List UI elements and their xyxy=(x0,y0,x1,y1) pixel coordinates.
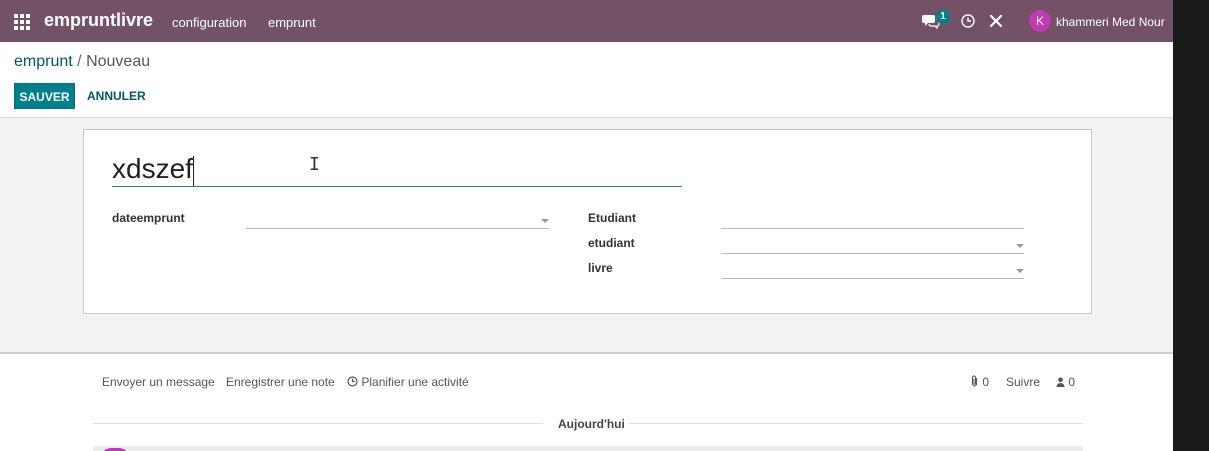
name-input-value: xdszef xyxy=(112,153,193,184)
followers-button[interactable]: 0 xyxy=(1056,375,1075,389)
user-name[interactable]: khammeri Med Nour xyxy=(1056,15,1165,29)
field-label-dateemprunt: dateemprunt xyxy=(112,211,185,225)
save-button[interactable]: SAUVER xyxy=(14,83,75,109)
clock-icon[interactable] xyxy=(961,14,975,33)
follow-button[interactable]: Suivre xyxy=(1006,375,1040,389)
breadcrumb: emprunt / Nouveau xyxy=(14,53,150,71)
message-row-partial xyxy=(93,446,1083,451)
dateemprunt-field[interactable] xyxy=(246,214,549,229)
text-cursor xyxy=(192,155,194,186)
form-sheet: xdszef I dateemprunt Etudiant etudiant l… xyxy=(83,129,1092,314)
attachments-count: 0 xyxy=(982,375,990,389)
name-input[interactable]: xdszef xyxy=(112,152,682,187)
menu-emprunt[interactable]: emprunt xyxy=(268,15,316,30)
livre-field[interactable] xyxy=(721,264,1024,279)
breadcrumb-current: Nouveau xyxy=(86,53,151,70)
divider-left xyxy=(93,423,543,424)
schedule-activity-button[interactable]: Planifier une activité xyxy=(347,375,469,389)
chatter: Envoyer un message Enregistrer une note … xyxy=(0,352,1173,451)
cancel-button[interactable]: ANNULER xyxy=(87,89,146,103)
app-window: empruntlivre configuration emprunt 1 K k… xyxy=(0,0,1173,451)
mouse-ibeam-cursor: I xyxy=(309,154,320,175)
date-separator-today: Aujourd'hui xyxy=(558,417,625,431)
field-label-etudiant-many2one: etudiant xyxy=(588,236,635,250)
paperclip-icon xyxy=(970,375,982,389)
chevron-down-icon xyxy=(1016,269,1024,273)
messages-count-badge: 1 xyxy=(936,10,950,24)
apps-grid-icon[interactable] xyxy=(14,14,30,30)
schedule-activity-label: Planifier une activité xyxy=(361,375,469,389)
clock-icon xyxy=(347,375,361,389)
menu-configuration[interactable]: configuration xyxy=(172,15,246,30)
divider-right xyxy=(629,423,1083,424)
chevron-down-icon xyxy=(541,219,549,223)
log-note-button[interactable]: Enregistrer une note xyxy=(226,375,335,389)
top-navbar: empruntlivre configuration emprunt 1 K k… xyxy=(0,0,1173,43)
attachments-button[interactable]: 0 xyxy=(970,375,989,389)
send-message-button[interactable]: Envoyer un message xyxy=(102,375,215,389)
etudiant-many2one-field[interactable] xyxy=(721,239,1024,254)
user-avatar[interactable]: K xyxy=(1029,10,1051,32)
control-panel: emprunt / Nouveau SAUVER ANNULER xyxy=(0,42,1173,118)
app-brand[interactable]: empruntlivre xyxy=(44,10,153,31)
field-label-etudiant-char: Etudiant xyxy=(588,211,636,225)
breadcrumb-parent-link[interactable]: emprunt xyxy=(14,53,73,70)
tools-icon[interactable] xyxy=(989,14,1003,33)
field-label-livre: livre xyxy=(588,261,613,275)
etudiant-char-field[interactable] xyxy=(721,214,1024,229)
followers-count: 0 xyxy=(1068,375,1076,389)
breadcrumb-separator: / xyxy=(77,53,82,70)
user-icon xyxy=(1056,375,1068,389)
chevron-down-icon xyxy=(1016,244,1024,248)
